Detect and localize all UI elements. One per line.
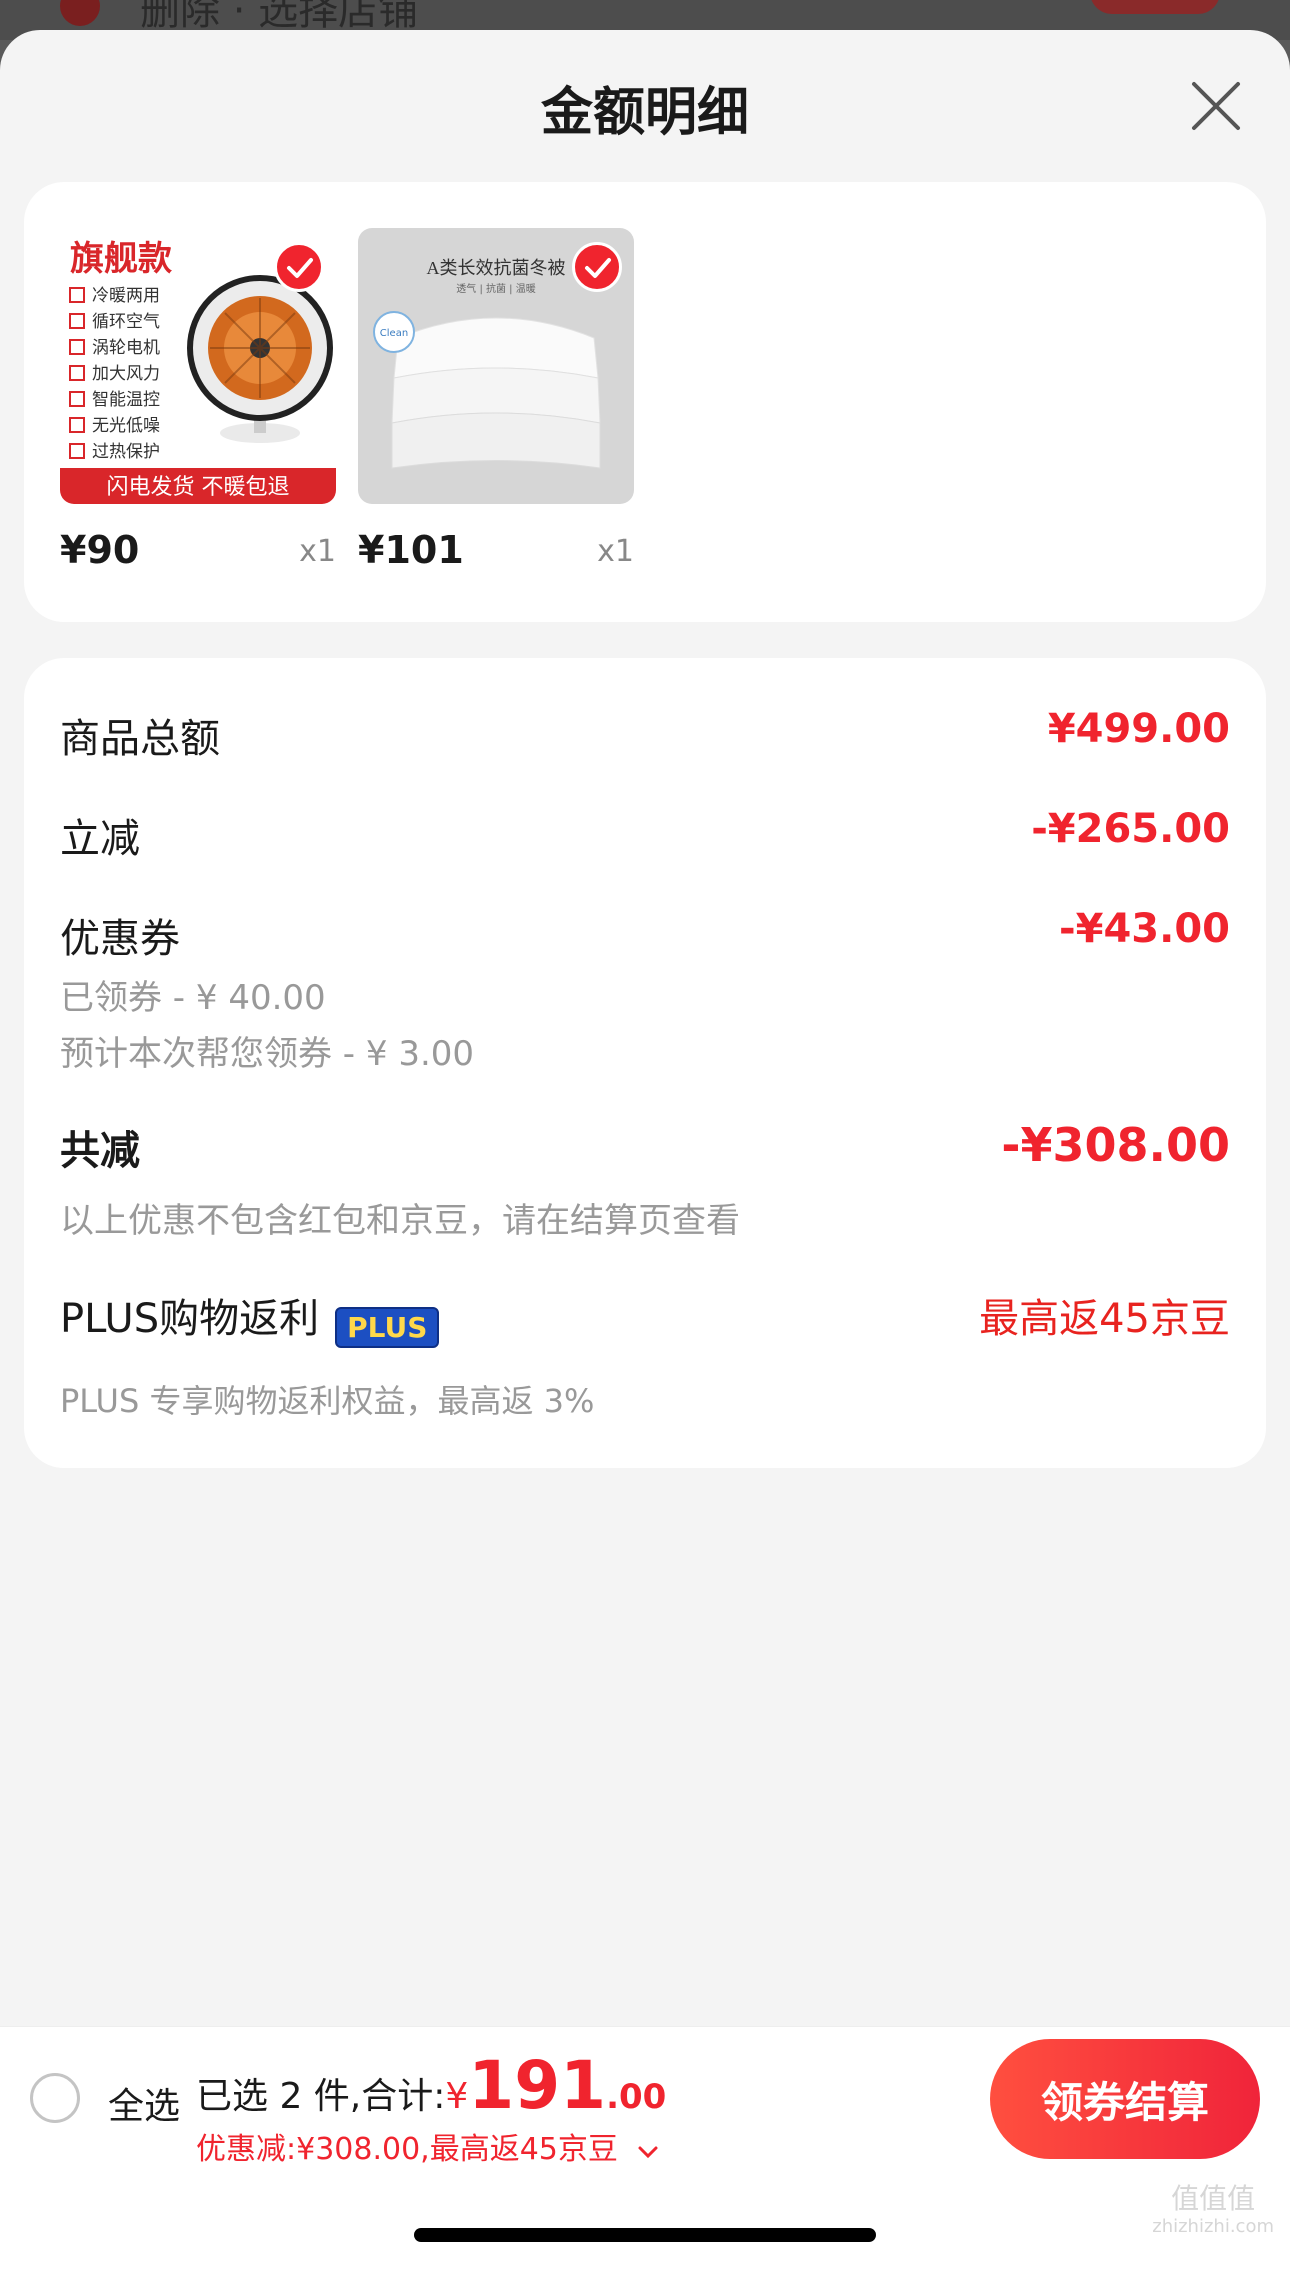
check-icon: [585, 258, 611, 278]
heater-feature: 无光低噪: [92, 416, 160, 436]
plus-rebate-amount: 最高返45京豆: [979, 1296, 1230, 1342]
product-selected-checkbox[interactable]: [274, 242, 324, 292]
order-total-line: 已选 2 件,合计:¥191.00: [196, 2047, 666, 2124]
sheet-header: 金额明细: [0, 30, 1290, 180]
goods-total-label: 商品总额: [60, 716, 220, 762]
total-saved-amount: -¥308.00: [1001, 1118, 1230, 1172]
product-qty: x1: [597, 534, 634, 569]
quilt-headline: A类长效抗菌冬被: [427, 258, 566, 278]
heater-feature: 智能温控: [92, 390, 160, 410]
background-button: [1090, 0, 1220, 14]
close-button[interactable]: [1188, 78, 1244, 134]
product-image-quilt[interactable]: A类长效抗菌冬被 透气 | 抗菌 | 温暖 Clean: [358, 228, 634, 504]
coupon-claimed-text: 已领券 - ¥ 40.00: [60, 978, 326, 1018]
home-indicator[interactable]: [414, 2228, 876, 2242]
coupon-label: 优惠券: [60, 916, 180, 962]
goods-total-amount: ¥499.00: [1047, 706, 1230, 752]
sheet-title: 金额明细: [540, 83, 749, 143]
amount-breakdown-card: 商品总额 ¥499.00 立减 -¥265.00 优惠券 -¥43.00 已领券…: [24, 658, 1266, 1468]
product-price-row: ¥90 x1: [60, 522, 336, 582]
coupon-amount: -¥43.00: [1059, 906, 1230, 952]
heater-feature: 涡轮电机: [92, 338, 160, 358]
selected-count-text: 已选 2 件,合计:: [196, 2076, 446, 2117]
goods-total-row: 商品总额 ¥499.00: [60, 706, 1230, 764]
discount-summary-text: 优惠减:¥308.00,最高返45京豆: [196, 2132, 618, 2167]
watermark-site: zhizhizhi.com: [1152, 2215, 1274, 2237]
heater-badge-title: 旗舰款: [70, 240, 172, 278]
chevron-down-icon: [638, 2146, 658, 2159]
coupon-estimated-text: 预计本次帮您领券 - ¥ 3.00: [60, 1034, 475, 1074]
total-integer: 191: [468, 2047, 607, 2124]
plus-rebate-label: PLUS购物返利: [60, 1296, 320, 1342]
heater-feature: 过热保护: [92, 442, 160, 462]
watermark-main: 值值值: [1171, 2182, 1256, 2215]
checkout-bar: 全选 已选 2 件,合计:¥191.00 优惠减:¥308.00,最高返45京豆…: [0, 2026, 1290, 2170]
close-icon: [1192, 82, 1240, 130]
select-all-radio[interactable]: [30, 2073, 80, 2123]
plus-rebate-row: PLUS购物返利 PLUS 最高返45京豆: [60, 1286, 1230, 1348]
quilt-badge: Clean: [380, 328, 408, 339]
products-card: 旗舰款 冷暖两用 循环空气 涡轮电机 加大风力 智能温控 无光低噪 过热保护 闪…: [24, 182, 1266, 622]
heater-feature: 循环空气: [92, 312, 160, 332]
product-item[interactable]: A类长效抗菌冬被 透气 | 抗菌 | 温暖 Clean ¥101 x1: [358, 228, 634, 582]
home-indicator-area: 值值值 zhizhizhi.com: [0, 2170, 1290, 2269]
heater-feature: 冷暖两用: [92, 286, 160, 306]
product-selected-checkbox[interactable]: [572, 242, 622, 292]
total-saved-note: 以上优惠不包含红包和京豆，请在结算页查看: [60, 1201, 740, 1241]
plus-badge: PLUS: [335, 1307, 440, 1348]
check-icon: [287, 258, 313, 278]
heater-banner: 闪电发货 不暖包退: [107, 475, 290, 500]
background-icon: [60, 0, 100, 26]
product-price: ¥101: [358, 528, 464, 572]
instant-discount-amount: -¥265.00: [1031, 806, 1230, 852]
instant-discount-label: 立减: [60, 816, 140, 862]
total-currency: ¥: [445, 2076, 469, 2117]
total-saved-label: 共减: [60, 1128, 140, 1174]
amount-detail-sheet: 金额明细 旗舰款 冷暖两用 循环空气 涡轮电机 加大风力 智能温控 无光低噪 过…: [0, 30, 1290, 2269]
total-saved-row: 共减 -¥308.00: [60, 1118, 1230, 1176]
watermark: 值值值 zhizhizhi.com: [1152, 2182, 1274, 2237]
plus-rebate-note: PLUS 专享购物返利权益，最高返 3%: [60, 1382, 595, 1420]
product-image-heater[interactable]: 旗舰款 冷暖两用 循环空气 涡轮电机 加大风力 智能温控 无光低噪 过热保护 闪…: [60, 228, 336, 504]
heater-feature: 加大风力: [92, 364, 160, 384]
checkout-button[interactable]: 领券结算: [990, 2039, 1260, 2159]
total-cents: .00: [606, 2077, 667, 2117]
product-qty: x1: [299, 534, 336, 569]
product-item[interactable]: 旗舰款 冷暖两用 循环空气 涡轮电机 加大风力 智能温控 无光低噪 过热保护 闪…: [60, 228, 336, 582]
order-summary: 已选 2 件,合计:¥191.00 优惠减:¥308.00,最高返45京豆: [196, 2047, 666, 2168]
product-price: ¥90: [60, 528, 140, 572]
select-all-label[interactable]: 全选: [108, 2077, 180, 2129]
quilt-tagline: 透气 | 抗菌 | 温暖: [456, 282, 535, 295]
product-price-row: ¥101 x1: [358, 522, 634, 582]
discount-summary-toggle[interactable]: 优惠减:¥308.00,最高返45京豆: [196, 2124, 666, 2168]
instant-discount-row: 立减 -¥265.00: [60, 806, 1230, 864]
coupon-row: 优惠券 -¥43.00: [60, 906, 1230, 964]
